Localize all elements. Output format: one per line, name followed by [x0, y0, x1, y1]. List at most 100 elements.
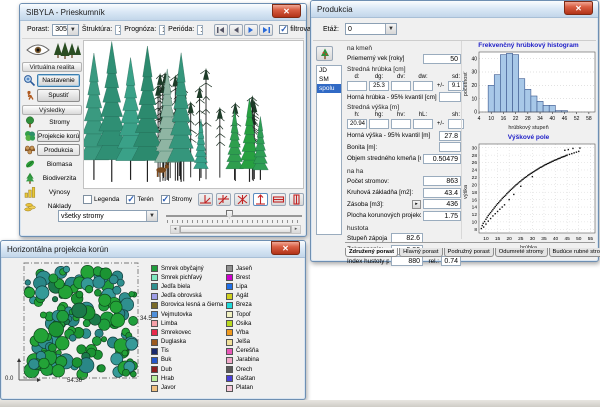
nav-next-button[interactable] — [244, 24, 258, 36]
row-field[interactable]: 43.4 — [423, 188, 461, 198]
vek-field[interactable]: 50 — [423, 54, 461, 64]
species-item-JD[interactable]: JD — [317, 66, 341, 75]
close-button-production[interactable]: ✕ — [564, 1, 593, 15]
porast-combo[interactable]: 305 ▼ — [52, 24, 79, 36]
svg-text:28: 28 — [472, 153, 478, 159]
sidebar-item-4[interactable]: Biomasa — [22, 157, 82, 171]
view-front-button[interactable] — [253, 193, 268, 206]
view-axes-xz-button[interactable] — [198, 193, 213, 206]
sidebar-item-5[interactable]: Biodiverzita — [22, 171, 82, 185]
etaz-label: Etáž: — [323, 26, 339, 33]
tab-5[interactable]: Budúce rubné stromy — [549, 248, 600, 257]
close-button-crown[interactable]: ✕ — [271, 241, 300, 255]
nastavenie-button[interactable]: Nastavenie — [37, 74, 80, 87]
horna-vyska-field[interactable]: 27.8 — [439, 131, 461, 141]
tab-3[interactable]: Podružný porast — [444, 248, 494, 257]
height-curve-chart: 8101214161820222426283010152025303540455… — [462, 141, 599, 245]
svg-text:12: 12 — [472, 212, 478, 218]
bonita-field[interactable] — [439, 142, 461, 152]
legend-swatch — [226, 311, 233, 318]
horizontal-scrollbar[interactable]: ◂ ▸ — [170, 225, 301, 234]
col-label: d: — [347, 74, 367, 80]
objem-field[interactable]: 0.50479 — [423, 154, 461, 164]
nav-last-button[interactable] — [259, 24, 273, 36]
scrollbar-thumb[interactable] — [180, 226, 291, 233]
zoom-slider[interactable] — [166, 210, 302, 223]
slider-thumb[interactable] — [226, 210, 233, 219]
etaz-combo[interactable]: 0 ▼ — [345, 23, 397, 35]
species-tree-button[interactable] — [316, 46, 333, 61]
legenda-checkbox[interactable] — [83, 195, 92, 204]
na-ha-row: Počet stromov:863 — [347, 176, 461, 186]
legend-item: Jedľa biela — [151, 282, 226, 291]
legend-item: Smrek pichľavý — [151, 273, 226, 282]
horna-vyska-label: Horná výška - 95% kvantil [m] — [347, 132, 437, 139]
stat-field[interactable] — [413, 119, 433, 129]
titlebar-production[interactable]: Produkcia ✕ — [311, 1, 598, 18]
forest-3d-view[interactable] — [84, 41, 303, 188]
slider-ticks — [167, 220, 301, 223]
stat-field[interactable] — [347, 81, 367, 91]
coins-icon — [22, 200, 37, 212]
sidebar-item-6[interactable]: Výnosy — [22, 185, 82, 199]
tree-filter-combo[interactable]: všetky stromy ▼ — [58, 210, 158, 222]
stat-field[interactable] — [369, 119, 389, 129]
svg-text:34: 34 — [537, 116, 543, 122]
row-field[interactable]: 880 — [391, 256, 423, 266]
species-item-SM[interactable]: SM — [317, 75, 341, 84]
stat-field[interactable] — [391, 119, 411, 129]
view-axes-xy-button[interactable] — [216, 193, 231, 206]
view-axes-diagonal-button[interactable] — [234, 193, 249, 206]
teren-checkbox[interactable] — [126, 195, 135, 204]
scroll-left-icon[interactable]: ◂ — [171, 226, 180, 233]
scatter-ylabel: výška — [463, 172, 469, 212]
spin-button[interactable]: ▸ — [412, 200, 421, 209]
scroll-right-icon[interactable]: ▸ — [291, 226, 300, 233]
tab-2[interactable]: Hlavný porast — [399, 248, 442, 257]
tab-4[interactable]: Odumreté stromy — [495, 248, 548, 257]
sidebar-item-2[interactable]: Projekcie korún — [22, 129, 82, 143]
horna-hrubka-field[interactable] — [439, 92, 461, 102]
legend-label: Tis — [161, 348, 169, 354]
view-height-button[interactable] — [289, 193, 304, 206]
view-width-button[interactable] — [271, 193, 286, 206]
species-listbox[interactable]: JDSMspolu — [316, 65, 342, 235]
stat-field[interactable] — [413, 81, 433, 91]
legend-label: Hrab — [161, 376, 174, 382]
species-item-spolu[interactable]: spolu — [317, 84, 341, 93]
row-field[interactable]: 436 — [423, 199, 461, 209]
nav-first-button[interactable] — [214, 24, 228, 36]
struktura-input[interactable]: 1 — [115, 25, 121, 35]
row-label: Počet stromov: — [347, 178, 421, 185]
stromy-checkbox[interactable] — [161, 195, 170, 204]
spustit-button[interactable]: Spustiť — [37, 89, 80, 102]
sidebar-item-label: Biodiverzita — [37, 175, 82, 182]
legend-swatch — [151, 274, 158, 281]
titlebar-explorer[interactable]: SIBYLA - Prieskumník ✕ — [20, 4, 306, 21]
perioda-input[interactable]: 1 — [197, 25, 203, 35]
close-button-explorer[interactable]: ✕ — [272, 4, 301, 18]
titlebar-crown-projection[interactable]: Horizontálna projekcia korún ✕ — [1, 241, 305, 258]
sidebar-item-1[interactable]: Stromy — [22, 115, 82, 129]
legend-item: Lipa — [226, 282, 301, 291]
vr-section-header: Virtuálna realita — [22, 62, 82, 72]
legend-column-1: Smrek obyčajnýSmrek pichľavýJedľa bielaJ… — [151, 264, 226, 395]
stat-field[interactable]: 20.94 — [347, 119, 367, 129]
stat-field[interactable]: 25.3 — [369, 81, 389, 91]
legend-swatch — [151, 283, 158, 290]
legend-item: Orech — [226, 365, 301, 374]
stat-field[interactable] — [391, 81, 411, 91]
leaf-icon — [22, 158, 37, 170]
row-field[interactable]: 863 — [423, 176, 461, 186]
legend-label: Jarabina — [236, 357, 259, 363]
filter-checkbox[interactable] — [279, 25, 288, 34]
row-field[interactable]: 1.75 — [423, 211, 461, 221]
sidebar-item-3[interactable]: Produkcia — [22, 143, 82, 157]
na-ha-row: Plocha korunových projekcií [ha]:1.75 — [347, 211, 461, 221]
rel-field[interactable]: 0.74 — [441, 256, 461, 266]
legend-label: Smrekovec — [161, 330, 191, 336]
tab-1[interactable]: Združený porast — [345, 248, 398, 257]
legend-swatch — [226, 375, 233, 382]
nav-prev-button[interactable] — [229, 24, 243, 36]
prognoza-input[interactable]: 1 — [159, 25, 165, 35]
